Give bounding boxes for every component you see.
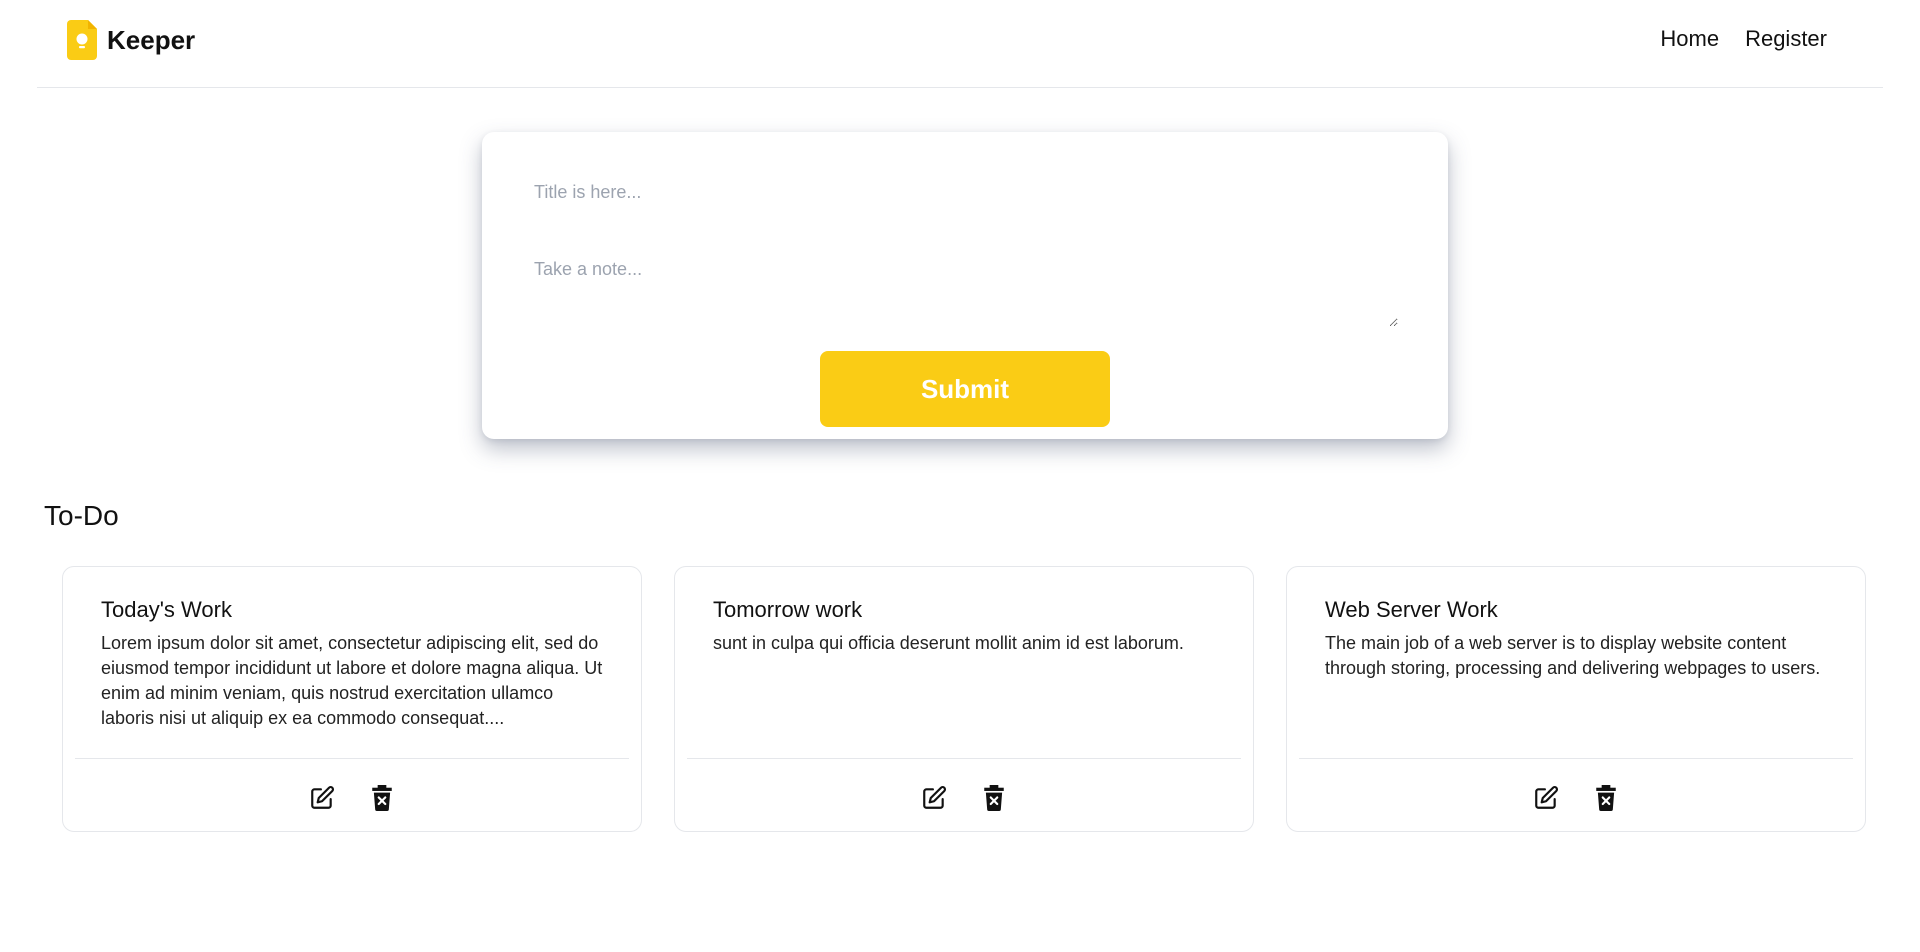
note-title: Tomorrow work — [713, 597, 863, 622]
divider — [1299, 758, 1853, 759]
note-card: Tomorrow work sunt in culpa qui officia … — [674, 566, 1254, 832]
create-note-form: Submit — [482, 132, 1448, 439]
navbar: Keeper Home Register — [37, 0, 1883, 88]
note-title: Web Server Work — [1325, 597, 1498, 622]
trash-icon[interactable] — [981, 785, 1007, 811]
brand-name: Keeper — [107, 24, 196, 55]
note-actions — [63, 785, 641, 811]
note-card: Web Server Work The main job of a web se… — [1286, 566, 1866, 832]
note-card: Today's Work Lorem ipsum dolor sit amet,… — [62, 566, 642, 832]
nav-link-home[interactable]: Home — [1660, 26, 1719, 52]
note-actions — [1287, 785, 1865, 811]
nav-links: Home Register — [1660, 26, 1827, 52]
divider — [75, 758, 629, 759]
nav-link-register[interactable]: Register — [1745, 26, 1827, 52]
note-body: Lorem ipsum dolor sit amet, consectetur … — [101, 633, 603, 728]
edit-icon[interactable] — [921, 785, 947, 811]
note-title: Today's Work — [101, 597, 232, 622]
edit-icon[interactable] — [309, 785, 335, 811]
brand[interactable]: Keeper — [67, 20, 195, 60]
note-body: The main job of a web server is to displ… — [1325, 633, 1821, 678]
section-title: To-Do — [44, 500, 119, 531]
note-title-input[interactable] — [532, 172, 1392, 212]
note-body: sunt in culpa qui officia deserunt molli… — [713, 633, 1184, 653]
edit-icon[interactable] — [1533, 785, 1559, 811]
trash-icon[interactable] — [369, 785, 395, 811]
notes-list: Today's Work Lorem ipsum dolor sit amet,… — [62, 566, 1866, 832]
note-content-textarea[interactable] — [532, 257, 1398, 327]
trash-icon[interactable] — [1593, 785, 1619, 811]
note-actions — [675, 785, 1253, 811]
submit-button[interactable]: Submit — [820, 351, 1110, 427]
keep-logo-icon — [67, 20, 97, 60]
divider — [687, 758, 1241, 759]
